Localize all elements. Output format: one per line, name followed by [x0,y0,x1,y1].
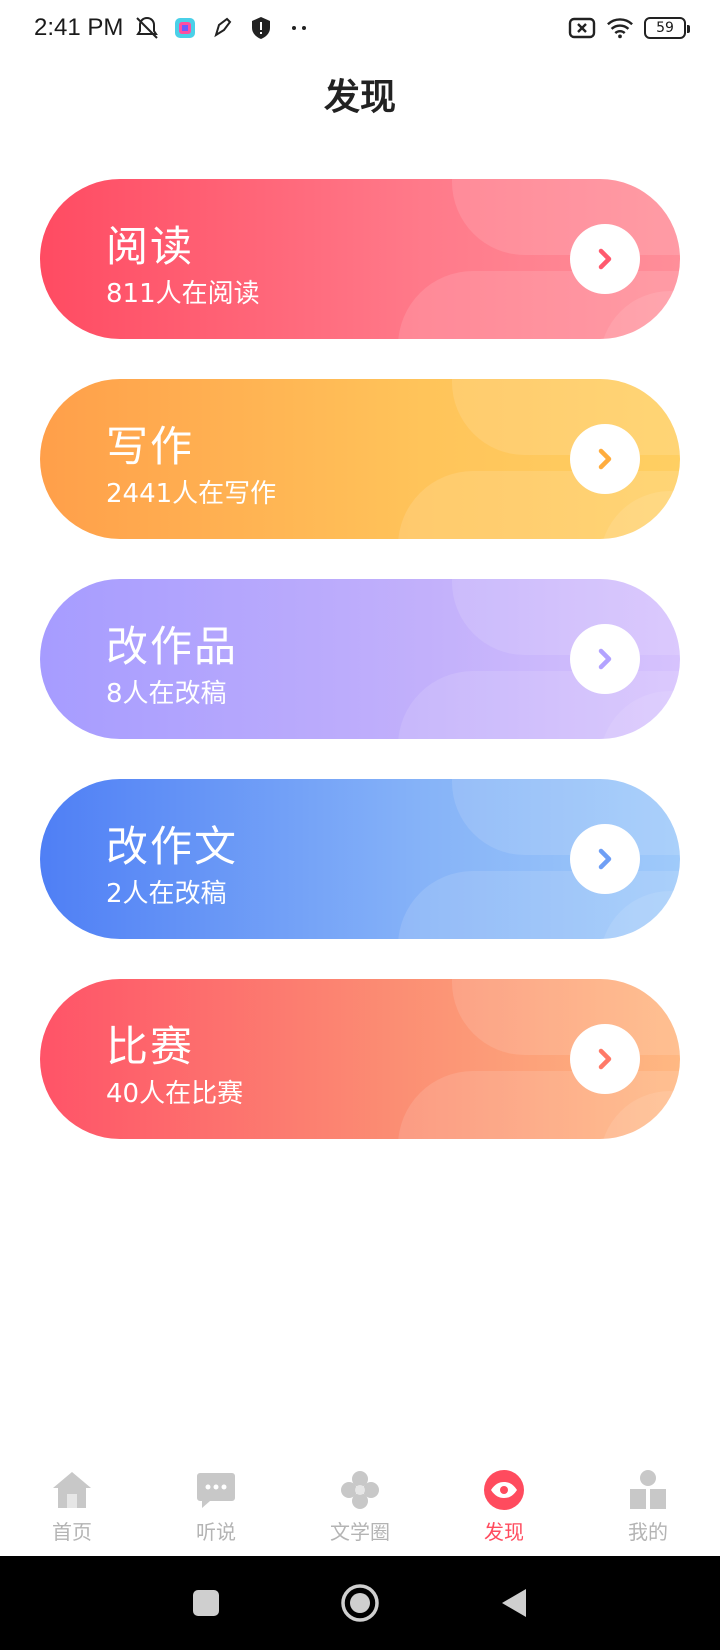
nav-item-mine[interactable]: 我的 [576,1456,720,1545]
card-decoration [452,579,680,655]
status-right: 59 [568,14,690,42]
home-button[interactable] [338,1581,382,1625]
back-button[interactable] [492,1581,536,1625]
nav-item-literary-circle[interactable]: 文学圈 [288,1456,432,1545]
eye-icon [482,1468,526,1512]
nav-label: 听说 [196,1520,236,1544]
card-subtitle: 811人在阅读 [106,279,260,309]
nav-item-discover[interactable]: 发现 [432,1456,576,1545]
card-competition[interactable]: 比赛 40人在比赛 [40,979,680,1139]
status-bar: 2:41 PM 59 [0,0,720,56]
nav-label: 我的 [628,1520,668,1544]
back-triangle-icon [502,1589,526,1617]
card-subtitle: 40人在比赛 [106,1079,244,1109]
home-icon [50,1468,94,1512]
card-decoration [452,179,680,255]
profile-icon [626,1468,670,1512]
feature-card-list: 阅读 811人在阅读 写作 2441人在写作 改作品 8人在改稿 改作文 2人在… [40,179,680,1179]
nav-label: 文学圈 [330,1520,390,1544]
wifi-icon [606,14,634,42]
system-nav-bar [0,1556,720,1650]
muted-bell-icon [133,14,161,42]
card-revise-essay[interactable]: 改作文 2人在改稿 [40,779,680,939]
app-notification-icon [171,14,199,42]
card-writing[interactable]: 写作 2441人在写作 [40,379,680,539]
card-revise-works[interactable]: 改作品 8人在改稿 [40,579,680,739]
square-icon [193,1590,219,1616]
chevron-right-icon[interactable] [570,1024,640,1094]
status-left: 2:41 PM [34,14,313,42]
card-decoration [452,379,680,455]
bottom-nav: 首页 听说 文学圈 发现 我的 [0,1456,720,1556]
card-subtitle: 2441人在写作 [106,479,277,509]
card-title: 改作品 [106,622,239,671]
shield-icon [247,14,275,42]
card-title: 阅读 [106,222,195,271]
card-title: 比赛 [106,1022,195,1071]
more-dots-icon [285,14,313,42]
chevron-right-icon[interactable] [570,624,640,694]
recents-button[interactable] [184,1581,228,1625]
circle-icon [341,1584,379,1622]
flower-icon [338,1468,382,1512]
card-reading[interactable]: 阅读 811人在阅读 [40,179,680,339]
card-subtitle: 2人在改稿 [106,879,227,909]
page-title: 发现 [323,77,396,118]
pen-icon [209,14,237,42]
no-sim-icon [568,14,596,42]
battery-indicator: 59 [644,17,690,39]
chevron-right-icon[interactable] [570,824,640,894]
chevron-right-icon[interactable] [570,224,640,294]
nav-item-home[interactable]: 首页 [0,1456,144,1545]
chevron-right-icon[interactable] [570,424,640,494]
card-decoration [452,979,680,1055]
nav-label: 发现 [484,1520,524,1544]
card-subtitle: 8人在改稿 [106,679,227,709]
card-title: 写作 [106,422,195,471]
nav-item-listen-speak[interactable]: 听说 [144,1456,288,1545]
card-decoration [452,779,680,855]
chat-icon [194,1468,238,1512]
nav-label: 首页 [52,1520,92,1544]
card-title: 改作文 [106,822,239,871]
status-time: 2:41 PM [34,14,124,41]
